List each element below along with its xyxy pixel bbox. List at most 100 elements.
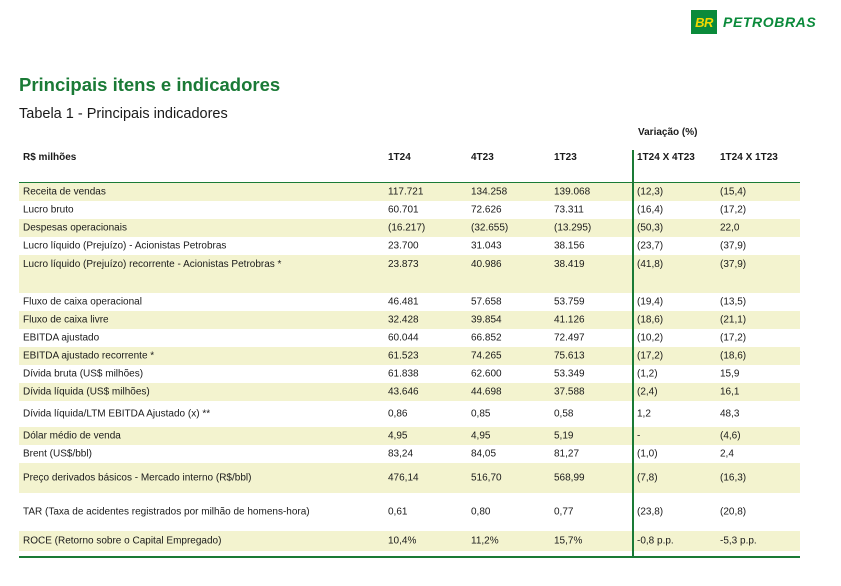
row-value: (21,1) — [720, 314, 747, 326]
row-value: 16,1 — [720, 386, 740, 398]
table-row: Despesas operacionais (16.217) (32.655) (13… — [19, 219, 800, 237]
row-label: Lucro líquido (Prejuízo) - Acionistas Pe… — [23, 240, 227, 252]
row-value: 57.658 — [471, 296, 502, 308]
row-value: 61.523 — [388, 350, 419, 362]
row-value: 139.068 — [554, 186, 591, 198]
table-row: Lucro líquido (Prejuízo) - Acionistas Pe… — [19, 237, 800, 255]
row-value: 23.700 — [388, 240, 419, 252]
row-value: (23,8) — [637, 506, 664, 518]
row-value: (32.655) — [471, 222, 509, 234]
brand-name: PETROBRAS — [723, 14, 817, 30]
row-value: 0,77 — [554, 506, 574, 518]
petrobras-logo: BR PETROBRAS — [691, 10, 816, 34]
header-4t23: 4T23 — [471, 152, 494, 163]
row-value: 38.156 — [554, 240, 585, 252]
table-row: Fluxo de caixa livre 32.428 39.854 41.126 (1… — [19, 311, 800, 329]
header-var-1t24-1t23: 1T24 X 1T23 — [720, 152, 778, 163]
row-value: (20,8) — [720, 506, 747, 518]
row-label: Fluxo de caixa operacional — [23, 296, 142, 308]
row-value: 2,4 — [720, 448, 734, 460]
row-value: 0,85 — [471, 408, 491, 420]
row-value: (19,4) — [637, 296, 664, 308]
row-value: 53.759 — [554, 296, 585, 308]
header-var-1t24-4t23: 1T24 X 4T23 — [637, 152, 695, 163]
row-value: 74.265 — [471, 350, 502, 362]
row-value: 48,3 — [720, 408, 740, 420]
row-value: (4,6) — [720, 430, 741, 442]
variation-header: Variação (%) — [638, 127, 698, 138]
row-value: 5,19 — [554, 430, 574, 442]
row-value: 1,2 — [637, 408, 651, 420]
header-currency: R$ milhões — [23, 152, 77, 163]
table-row: ROCE (Retorno sobre o Capital Empregado)… — [19, 531, 800, 551]
row-value: 41.126 — [554, 314, 585, 326]
row-value: 53.349 — [554, 368, 585, 380]
row-value: 75.613 — [554, 350, 585, 362]
header-1t24: 1T24 — [388, 152, 411, 163]
row-value: 31.043 — [471, 240, 502, 252]
row-value: 11,2% — [471, 535, 499, 547]
table-row: Dívida líquida (US$ milhões) 43.646 44.698… — [19, 383, 800, 401]
row-value: 73.311 — [554, 204, 584, 216]
row-value: 37.588 — [554, 386, 585, 398]
row-label: Fluxo de caixa livre — [23, 314, 109, 326]
variation-column-divider — [632, 150, 634, 557]
row-label: Dólar médio de venda — [23, 430, 121, 442]
table-row: Receita de vendas 117.721 134.258 139.068 (1… — [19, 183, 800, 201]
row-value: 568,99 — [554, 472, 585, 484]
row-value: 66.852 — [471, 332, 502, 344]
row-value: (17,2) — [720, 332, 747, 344]
row-label: Dívida líquida/LTM EBITDA Ajustado (x) *… — [23, 408, 211, 420]
row-value: 61.838 — [388, 368, 419, 380]
table-row: Lucro bruto 60.701 72.626 73.311 (16,4) (17,2… — [19, 201, 800, 219]
row-value: (37,9) — [720, 240, 747, 252]
row-value: 15,9 — [720, 368, 740, 380]
row-label: TAR (Taxa de acidentes registrados por m… — [23, 506, 310, 518]
row-value: 0,86 — [388, 408, 408, 420]
row-value: 0,61 — [388, 506, 408, 518]
row-value: (2,4) — [637, 386, 658, 398]
row-value: (16,4) — [637, 204, 664, 216]
row-value: (16.217) — [388, 222, 426, 234]
row-label: Receita de vendas — [23, 186, 106, 198]
row-value: 38.419 — [554, 259, 585, 270]
table-bottom-divider — [19, 556, 800, 558]
row-label: Dívida bruta (US$ milhões) — [23, 368, 144, 380]
row-label: Brent (US$/bbl) — [23, 448, 92, 460]
table-row: Fluxo de caixa operacional 46.481 57.658 53… — [19, 293, 800, 311]
row-value: 15,7% — [554, 535, 583, 547]
row-value: (23,7) — [637, 240, 664, 252]
table-row: Lucro líquido (Prejuízo) recorrente - Ac… — [19, 255, 800, 293]
table-row: EBITDA ajustado recorrente * 61.523 74.265… — [19, 347, 800, 365]
row-value: (10,2) — [637, 332, 664, 344]
row-value: 84,05 — [471, 448, 497, 460]
row-value: (16,3) — [720, 472, 747, 484]
row-value: 476,14 — [388, 472, 419, 484]
row-value: (17,2) — [637, 350, 664, 362]
row-value: (50,3) — [637, 222, 664, 234]
row-value: 32.428 — [388, 314, 419, 326]
row-value: 83,24 — [388, 448, 414, 460]
row-value: (41,8) — [637, 259, 664, 270]
table-title: Tabela 1 - Principais indicadores — [19, 106, 228, 122]
table-row: Dívida líquida/LTM EBITDA Ajustado (x) *… — [19, 401, 800, 427]
row-value: 0,80 — [471, 506, 491, 518]
table-row: TAR (Taxa de acidentes registrados por m… — [19, 493, 800, 531]
row-value: (37,9) — [720, 259, 747, 270]
row-value: (18,6) — [720, 350, 747, 362]
row-value: (1,0) — [637, 448, 658, 460]
row-value: 72.626 — [471, 204, 502, 216]
row-value: (13,5) — [720, 296, 747, 308]
row-value: 23.873 — [388, 259, 419, 270]
table-row: Dólar médio de venda 4,95 4,95 5,19 - (4,6) — [19, 427, 800, 445]
row-value: 39.854 — [471, 314, 502, 326]
row-value: 60.044 — [388, 332, 419, 344]
row-value: 44.698 — [471, 386, 502, 398]
table-row: Dívida bruta (US$ milhões) 61.838 62.600 53… — [19, 365, 800, 383]
row-label: Lucro líquido (Prejuízo) recorrente - Ac… — [23, 259, 282, 270]
row-value: (15,4) — [720, 186, 747, 198]
table-row: Brent (US$/bbl) 83,24 84,05 81,27 (1,0) 2,4 — [19, 445, 800, 463]
row-label: Preço derivados básicos - Mercado intern… — [23, 472, 252, 484]
row-value: 40.986 — [471, 259, 502, 270]
row-value: 4,95 — [388, 430, 408, 442]
